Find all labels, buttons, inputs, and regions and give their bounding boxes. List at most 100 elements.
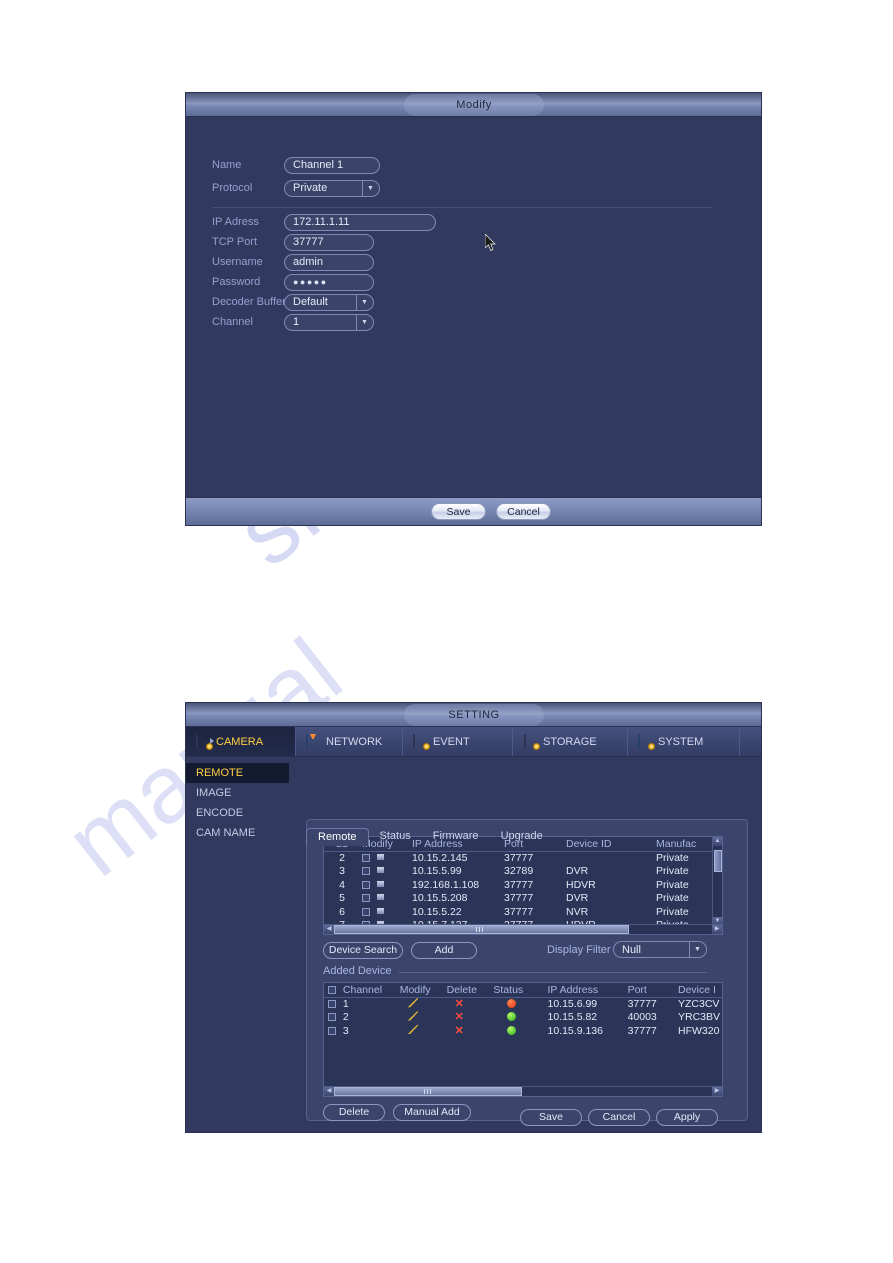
cell-modify[interactable] bbox=[360, 851, 410, 865]
cell-modify[interactable] bbox=[398, 1024, 445, 1038]
table-row[interactable]: 2 ✕ 10.15.5.82 40003 YRC3BV bbox=[324, 1010, 722, 1025]
save-button[interactable]: Save bbox=[520, 1109, 582, 1126]
row-checkbox[interactable] bbox=[328, 1013, 336, 1022]
cancel-button[interactable]: Cancel bbox=[496, 503, 551, 520]
device-search-button[interactable]: Device Search bbox=[323, 942, 403, 959]
modify-device-icon[interactable] bbox=[375, 893, 385, 902]
input-name[interactable]: Channel 1 bbox=[284, 156, 380, 174]
input-ip-address[interactable]: 172.11.1.11 bbox=[284, 213, 436, 231]
cancel-button[interactable]: Cancel bbox=[588, 1109, 650, 1126]
device-search-table[interactable]: 21 Modify IP Address Port Device ID Manu… bbox=[323, 836, 723, 935]
manual-add-button[interactable]: Manual Add bbox=[393, 1104, 471, 1121]
added-device-table[interactable]: Channel Modify Delete Status IP Address … bbox=[323, 982, 723, 1097]
table-row[interactable]: 6 10.15.5.22 37777 NVR Private bbox=[324, 905, 712, 919]
cell-channel[interactable]: 2 bbox=[324, 1011, 398, 1025]
vertical-scroll-thumb[interactable] bbox=[714, 850, 722, 872]
sidebar-item-cam-name[interactable]: CAM NAME bbox=[186, 823, 289, 843]
cell-status bbox=[491, 1024, 545, 1038]
col-modify: Modify bbox=[397, 983, 445, 998]
cell-port: 37777 bbox=[627, 1024, 657, 1037]
table-row[interactable]: 3 10.15.5.99 32789 DVR Private bbox=[324, 865, 712, 879]
device-search-horizontal-scrollbar[interactable]: ◀ ▶ bbox=[324, 924, 722, 934]
delete-x-icon[interactable]: ✕ bbox=[455, 1025, 464, 1036]
nav-tab-system[interactable]: SYSTEM bbox=[628, 727, 740, 756]
field-row-channel: Channel 1 ▼ bbox=[212, 312, 374, 332]
delete-x-icon[interactable]: ✕ bbox=[455, 999, 464, 1010]
delete-button[interactable]: Delete bbox=[323, 1104, 385, 1121]
edit-pencil-icon[interactable] bbox=[407, 1010, 418, 1021]
row-checkbox[interactable] bbox=[362, 907, 370, 916]
form-divider bbox=[212, 207, 712, 208]
scroll-left-icon[interactable]: ◀ bbox=[324, 925, 334, 934]
cell-modify[interactable] bbox=[360, 878, 410, 892]
cell-channel[interactable]: 1 bbox=[324, 997, 398, 1011]
row-checkbox[interactable] bbox=[362, 854, 370, 862]
select-decoder-buffer-value: Default bbox=[293, 296, 328, 308]
cell-delete[interactable]: ✕ bbox=[445, 1024, 492, 1038]
table-row[interactable]: 3 ✕ 10.15.9.136 37777 HFW320 bbox=[324, 1024, 722, 1038]
cell-ip: 10.15.2.145 bbox=[412, 852, 468, 864]
chevron-down-icon[interactable]: ▼ bbox=[362, 180, 378, 196]
modify-device-icon[interactable] bbox=[375, 866, 385, 875]
delete-x-icon[interactable]: ✕ bbox=[455, 1012, 464, 1023]
modify-device-icon[interactable] bbox=[375, 853, 385, 861]
h-scroll-track[interactable] bbox=[334, 1087, 712, 1096]
cell-modify[interactable] bbox=[398, 1010, 445, 1025]
tab-upgrade[interactable]: Upgrade bbox=[490, 828, 554, 846]
cell-port: 37777 bbox=[504, 852, 534, 864]
cell-modify[interactable] bbox=[360, 905, 410, 919]
cell-modify[interactable] bbox=[360, 892, 410, 906]
save-button[interactable]: Save bbox=[431, 503, 486, 520]
scroll-right-icon[interactable]: ▶ bbox=[712, 1087, 722, 1096]
cell-modify[interactable] bbox=[398, 997, 445, 1011]
row-checkbox[interactable] bbox=[362, 894, 370, 903]
edit-pencil-icon[interactable] bbox=[407, 1024, 418, 1035]
modify-device-icon[interactable] bbox=[375, 906, 385, 915]
apply-button[interactable]: Apply bbox=[656, 1109, 718, 1126]
h-scroll-track[interactable] bbox=[334, 925, 712, 934]
tab-status[interactable]: Status bbox=[369, 828, 422, 846]
chevron-down-icon[interactable]: ▼ bbox=[356, 314, 372, 330]
cell-delete[interactable]: ✕ bbox=[445, 997, 492, 1011]
row-checkbox[interactable] bbox=[328, 1000, 336, 1008]
cell-delete[interactable]: ✕ bbox=[445, 1011, 492, 1025]
select-decoder-buffer[interactable]: Default ▼ bbox=[284, 293, 374, 311]
cell-modify[interactable] bbox=[360, 865, 410, 879]
field-row-decoder-buffer: Decoder Buffer Default ▼ bbox=[212, 292, 374, 312]
tab-remote[interactable]: Remote bbox=[306, 828, 369, 846]
input-username[interactable]: admin bbox=[284, 253, 374, 271]
tab-firmware[interactable]: Firmware bbox=[422, 828, 490, 846]
cell-no: 2 bbox=[339, 852, 345, 864]
row-checkbox[interactable] bbox=[362, 880, 370, 889]
display-filter-select[interactable]: Null ▼ bbox=[613, 941, 707, 958]
input-tcp-port[interactable]: 37777 bbox=[284, 233, 374, 251]
nav-tab-network[interactable]: NETWORK bbox=[296, 727, 403, 756]
scroll-right-icon[interactable]: ▶ bbox=[712, 925, 722, 934]
nav-tab-camera[interactable]: CAMERA bbox=[186, 727, 296, 756]
nav-tab-storage[interactable]: STORAGE bbox=[513, 727, 628, 756]
scroll-up-icon[interactable]: ▲ bbox=[713, 837, 722, 846]
row-checkbox[interactable] bbox=[362, 867, 370, 876]
add-button[interactable]: Add bbox=[411, 942, 477, 959]
nav-tab-event[interactable]: EVENT bbox=[403, 727, 513, 756]
chevron-down-icon[interactable]: ▼ bbox=[356, 294, 372, 310]
table-row[interactable]: 5 10.15.5.208 37777 DVR Private bbox=[324, 892, 712, 906]
sidebar-item-remote[interactable]: REMOTE bbox=[186, 763, 289, 783]
cell-channel[interactable]: 3 bbox=[324, 1024, 398, 1038]
chevron-down-icon[interactable]: ▼ bbox=[689, 942, 705, 957]
table-row[interactable]: 4 192.168.1.108 37777 HDVR Private bbox=[324, 878, 712, 892]
device-search-vertical-scrollbar[interactable]: ▲ ▼ bbox=[712, 837, 722, 926]
table-row[interactable]: 2 10.15.2.145 37777 Private bbox=[324, 851, 712, 865]
sidebar-item-encode[interactable]: ENCODE bbox=[186, 803, 289, 823]
select-protocol[interactable]: Private ▼ bbox=[284, 179, 380, 197]
scroll-left-icon[interactable]: ◀ bbox=[324, 1087, 334, 1096]
select-all-checkbox[interactable] bbox=[328, 985, 336, 994]
added-device-horizontal-scrollbar[interactable]: ◀ ▶ bbox=[324, 1086, 722, 1096]
row-checkbox[interactable] bbox=[328, 1026, 336, 1035]
sidebar-item-image[interactable]: IMAGE bbox=[186, 783, 289, 803]
modify-device-icon[interactable] bbox=[375, 879, 385, 888]
input-password[interactable]: ●●●●● bbox=[284, 273, 374, 291]
table-row[interactable]: 1 ✕ 10.15.6.99 37777 YZC3CV bbox=[324, 997, 722, 1011]
edit-pencil-icon[interactable] bbox=[407, 997, 418, 1008]
select-channel[interactable]: 1 ▼ bbox=[284, 313, 374, 331]
